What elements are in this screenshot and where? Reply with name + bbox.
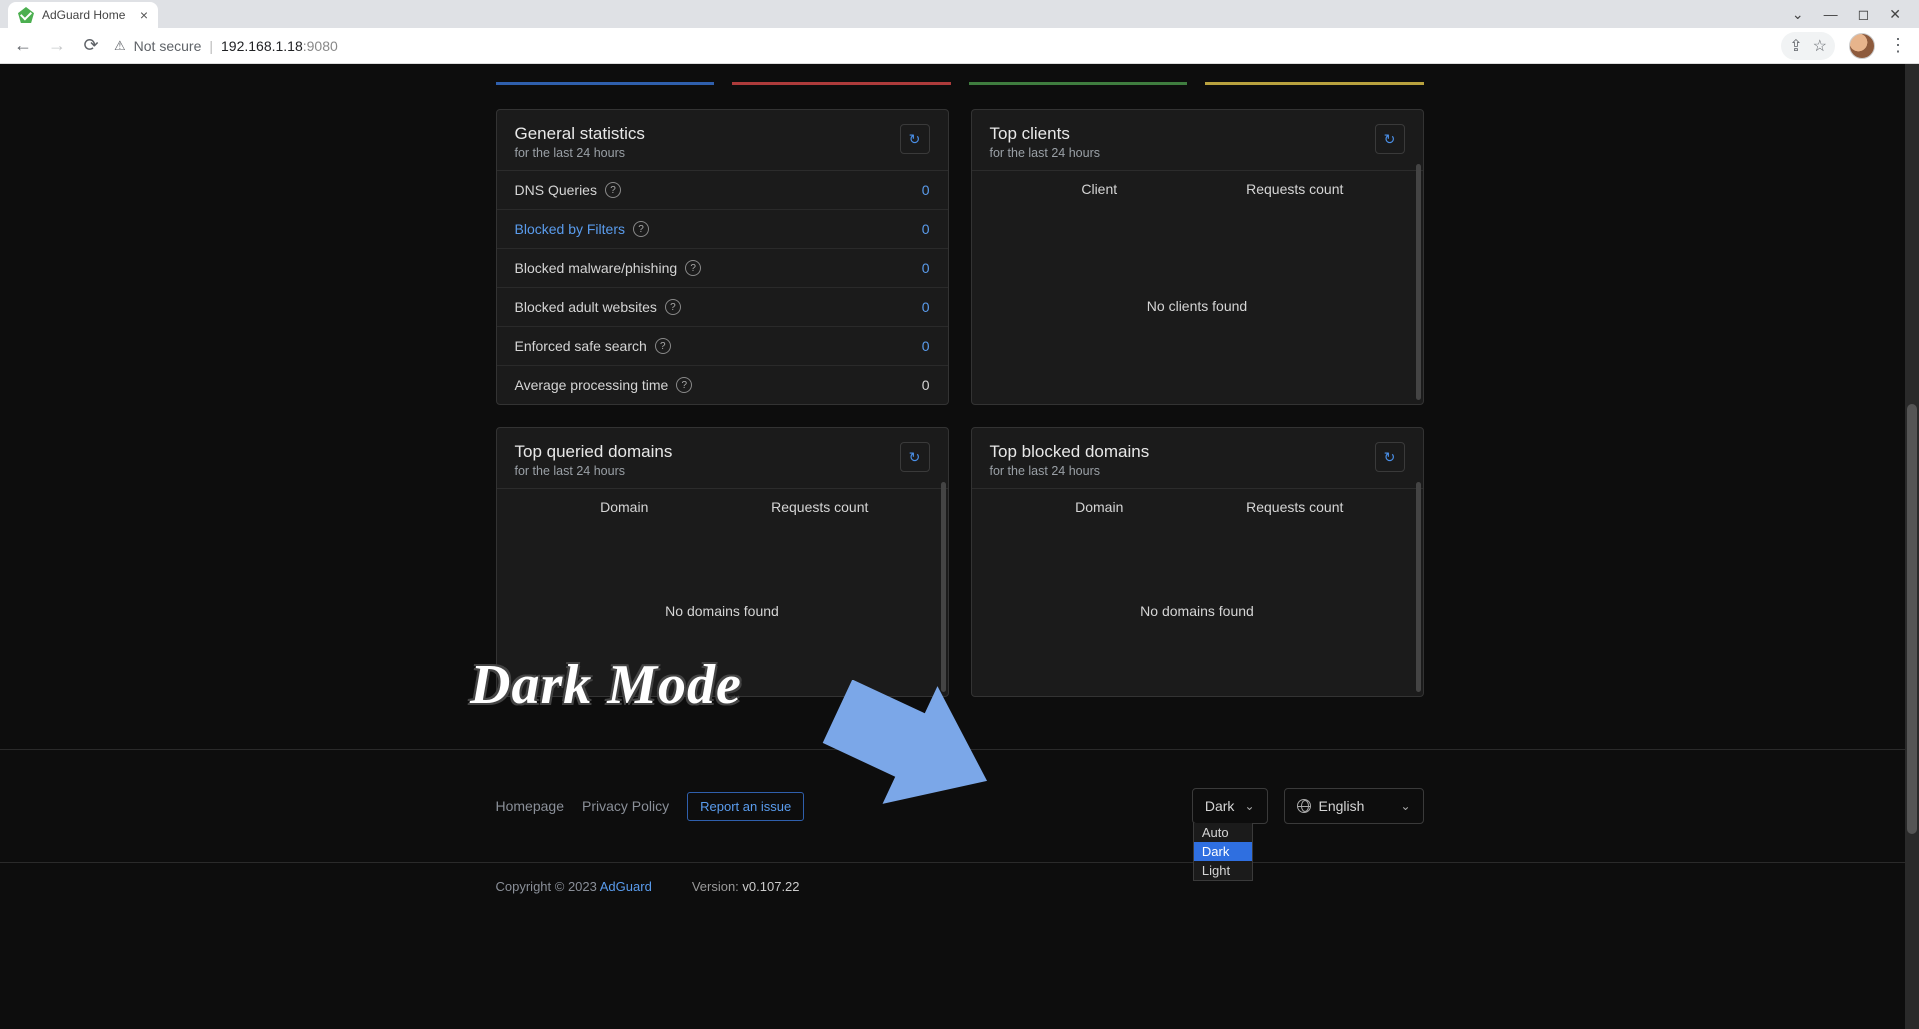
chevron-down-icon[interactable]: ⌄ (1792, 6, 1804, 23)
card-subtitle: for the last 24 hours (515, 464, 673, 478)
address-bar: ← → ⟳ ⚠ Not secure | 192.168.1.18:9080 ⇪… (0, 28, 1919, 64)
refresh-button[interactable]: ↻ (1375, 124, 1405, 154)
share-icon[interactable]: ⇪ (1789, 36, 1802, 56)
stat-value: 0 (922, 182, 930, 198)
col-requests: Requests count (1197, 499, 1393, 515)
privacy-link[interactable]: Privacy Policy (582, 798, 669, 814)
browser-tab[interactable]: AdGuard Home × (8, 2, 158, 28)
forward-button[interactable]: → (46, 35, 68, 56)
table-header: Domain Requests count (972, 489, 1423, 525)
scrollbar[interactable] (941, 482, 946, 692)
help-icon[interactable]: ? (685, 260, 701, 276)
col-requests: Requests count (722, 499, 918, 515)
close-window-icon[interactable]: ✕ (1889, 6, 1901, 23)
language-select[interactable]: English ⌄ (1284, 788, 1424, 824)
warning-icon: ⚠ (114, 38, 126, 54)
card-top-queried: Top queried domains for the last 24 hour… (496, 427, 949, 697)
browser-tab-strip: AdGuard Home × ⌄ — ◻ ✕ (0, 0, 1919, 28)
card-top-clients: Top clients for the last 24 hours ↻ Clie… (971, 109, 1424, 405)
page-viewport: General statistics for the last 24 hours… (0, 64, 1919, 1029)
stat-value: 0 (922, 338, 930, 354)
stat-row-avg-time[interactable]: Average processing time? 0 (497, 366, 948, 404)
help-icon[interactable]: ? (605, 182, 621, 198)
chevron-down-icon: ⌄ (1400, 799, 1410, 813)
refresh-button[interactable]: ↻ (1375, 442, 1405, 472)
col-client: Client (1002, 181, 1198, 197)
divider (0, 749, 1919, 750)
card-subtitle: for the last 24 hours (990, 464, 1150, 478)
window-controls: ⌄ — ◻ ✕ (1774, 0, 1919, 28)
table-header: Domain Requests count (497, 489, 948, 525)
language-label: English (1319, 798, 1365, 814)
footer-row-2: Copyright © 2023 AdGuard Version: v0.107… (0, 862, 1919, 924)
stat-row-safesearch[interactable]: Enforced safe search? 0 (497, 327, 948, 366)
address-bar-actions: ⇪ ☆ ⋮ (1781, 32, 1907, 60)
version: Version: v0.107.22 (692, 879, 800, 894)
col-requests: Requests count (1197, 181, 1393, 197)
stat-row-malware[interactable]: Blocked malware/phishing? 0 (497, 249, 948, 288)
separator: | (209, 38, 213, 54)
theme-selected: Dark (1205, 798, 1235, 814)
stat-row-dns-queries[interactable]: DNS Queries? 0 (497, 171, 948, 210)
homepage-link[interactable]: Homepage (496, 798, 565, 814)
page-scrollbar-track[interactable] (1905, 64, 1919, 1029)
refresh-button[interactable]: ↻ (900, 124, 930, 154)
empty-state: No clients found (972, 207, 1423, 404)
stat-value: 0 (922, 299, 930, 315)
card-top-blocked: Top blocked domains for the last 24 hour… (971, 427, 1424, 697)
card-general-statistics: General statistics for the last 24 hours… (496, 109, 949, 405)
col-domain: Domain (1002, 499, 1198, 515)
stat-row-adult[interactable]: Blocked adult websites? 0 (497, 288, 948, 327)
not-secure-label: Not secure (134, 38, 202, 54)
globe-icon (1297, 799, 1311, 813)
card-title: Top queried domains (515, 442, 673, 462)
help-icon[interactable]: ? (676, 377, 692, 393)
stat-value: 0 (922, 377, 930, 393)
stat-row-blocked-filters[interactable]: Blocked by Filters? 0 (497, 210, 948, 249)
close-tab-icon[interactable]: × (140, 7, 148, 23)
back-button[interactable]: ← (12, 35, 34, 56)
copyright: Copyright © 2023 AdGuard (496, 879, 652, 894)
profile-avatar[interactable] (1849, 33, 1875, 59)
stat-rows: DNS Queries? 0 Blocked by Filters? 0 Blo… (497, 171, 948, 404)
chevron-down-icon: ⌄ (1244, 799, 1254, 813)
brand-link[interactable]: AdGuard (600, 879, 652, 894)
scrollbar[interactable] (1416, 482, 1421, 692)
card-title: Top blocked domains (990, 442, 1150, 462)
footer-row-1: Homepage Privacy Policy Report an issue … (496, 772, 1424, 840)
card-subtitle: for the last 24 hours (990, 146, 1100, 160)
theme-option-auto[interactable]: Auto (1194, 823, 1252, 842)
url-port: :9080 (303, 38, 338, 54)
report-issue-button[interactable]: Report an issue (687, 792, 804, 821)
scrollbar[interactable] (1416, 164, 1421, 400)
shield-icon (18, 7, 34, 23)
help-icon[interactable]: ? (633, 221, 649, 237)
url-box[interactable]: ⚠ Not secure | 192.168.1.18:9080 (114, 38, 1769, 54)
empty-state: No domains found (497, 525, 948, 696)
stat-value: 0 (922, 260, 930, 276)
stat-value: 0 (922, 221, 930, 237)
bookmark-icon[interactable]: ☆ (1813, 36, 1827, 56)
refresh-button[interactable]: ↻ (900, 442, 930, 472)
kebab-menu-icon[interactable]: ⋮ (1889, 35, 1907, 56)
theme-select[interactable]: Dark ⌄ Auto Dark Light (1192, 788, 1268, 824)
url-host: 192.168.1.18 (221, 38, 303, 54)
maximize-icon[interactable]: ◻ (1858, 6, 1870, 23)
page-scrollbar-thumb[interactable] (1907, 404, 1917, 834)
card-title: Top clients (990, 124, 1100, 144)
accent-bars (496, 82, 1424, 85)
col-domain: Domain (527, 499, 723, 515)
card-subtitle: for the last 24 hours (515, 146, 645, 160)
reload-button[interactable]: ⟳ (80, 35, 102, 56)
help-icon[interactable]: ? (665, 299, 681, 315)
help-icon[interactable]: ? (655, 338, 671, 354)
card-title: General statistics (515, 124, 645, 144)
theme-dropdown: Auto Dark Light (1193, 823, 1253, 881)
minimize-icon[interactable]: — (1824, 6, 1838, 22)
theme-option-dark[interactable]: Dark (1194, 842, 1252, 861)
empty-state: No domains found (972, 525, 1423, 696)
tab-title: AdGuard Home (42, 8, 125, 22)
theme-option-light[interactable]: Light (1194, 861, 1252, 880)
table-header: Client Requests count (972, 171, 1423, 207)
